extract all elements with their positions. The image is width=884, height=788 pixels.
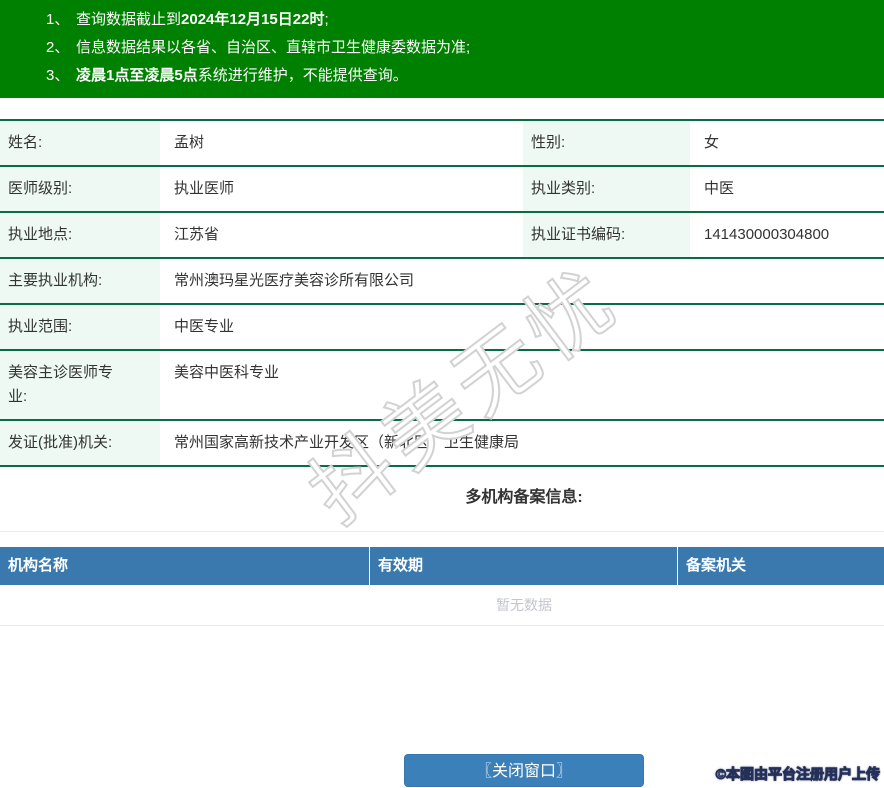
field-label-practice-place: 执业地点: xyxy=(0,213,160,257)
field-value-doctor-level: 执业医师 xyxy=(160,167,523,211)
field-label-practice-scope: 执业范围: xyxy=(0,305,160,349)
field-label-gender: 性别: xyxy=(523,121,690,165)
notice-text: 查询数据截止到2024年12月15日22时; xyxy=(76,6,329,34)
field-label-cosmetic-specialty: 美容主诊医师专业: xyxy=(0,351,160,419)
field-label-practice-type: 执业类别: xyxy=(523,167,690,211)
notice-line: 2、 信息数据结果以各省、自治区、直辖市卫生健康委数据为准; xyxy=(0,34,884,62)
button-row: 〖关闭窗口〗 xyxy=(0,754,884,787)
notice-text: 凌晨1点至凌晨5点系统进行维护，不能提供查询。 xyxy=(76,62,408,90)
table-row: 执业范围: 中医专业 xyxy=(0,305,884,351)
field-value-issuing-authority: 常州国家高新技术产业开发区（新北区）卫生健康局 xyxy=(160,421,884,465)
table-row: 发证(批准)机关: 常州国家高新技术产业开发区（新北区）卫生健康局 xyxy=(0,421,884,467)
notice-line: 1、 查询数据截止到2024年12月15日22时; xyxy=(0,6,884,34)
field-label-issuing-authority: 发证(批准)机关: xyxy=(0,421,160,465)
notice-line: 3、 凌晨1点至凌晨5点系统进行维护，不能提供查询。 xyxy=(0,62,884,90)
notice-number: 3、 xyxy=(46,62,76,90)
field-label-certificate-no: 执业证书编码: xyxy=(523,213,690,257)
doctor-info-table: 姓名: 孟树 性别: 女 医师级别: 执业医师 执业类别: 中医 执业地点: 江… xyxy=(0,119,884,467)
field-value-practice-type: 中医 xyxy=(690,167,884,211)
section-title-backup-records: 多机构备案信息: xyxy=(0,467,884,531)
table-row: 执业地点: 江苏省 执业证书编码: 141430000304800 xyxy=(0,213,884,259)
table-row: 主要执业机构: 常州澳玛星光医疗美容诊所有限公司 xyxy=(0,259,884,305)
field-value-practice-place: 江苏省 xyxy=(160,213,523,257)
table-row: 姓名: 孟树 性别: 女 xyxy=(0,121,884,167)
empty-data-text: 暂无数据 xyxy=(0,585,884,626)
field-label-name: 姓名: xyxy=(0,121,160,165)
field-value-gender: 女 xyxy=(690,121,884,165)
backup-records-table: 机构名称 有效期 备案机关 暂无数据 xyxy=(0,547,884,626)
close-window-button[interactable]: 〖关闭窗口〗 xyxy=(404,754,644,787)
field-label-doctor-level: 医师级别: xyxy=(0,167,160,211)
column-header-record-authority: 备案机关 xyxy=(678,547,884,585)
notice-text: 信息数据结果以各省、自治区、直辖市卫生健康委数据为准; xyxy=(76,34,470,62)
field-label-main-institution: 主要执业机构: xyxy=(0,259,160,303)
divider xyxy=(0,531,884,532)
field-value-name: 孟树 xyxy=(160,121,523,165)
column-header-institution-name: 机构名称 xyxy=(0,547,370,585)
page-content: 姓名: 孟树 性别: 女 医师级别: 执业医师 执业类别: 中医 执业地点: 江… xyxy=(0,119,884,787)
field-value-main-institution: 常州澳玛星光医疗美容诊所有限公司 xyxy=(160,259,884,303)
field-value-cosmetic-specialty: 美容中医科专业 xyxy=(160,351,884,419)
notice-number: 1、 xyxy=(46,6,76,34)
column-header-validity-period: 有效期 xyxy=(370,547,678,585)
backup-table-header: 机构名称 有效期 备案机关 xyxy=(0,547,884,585)
field-value-practice-scope: 中医专业 xyxy=(160,305,884,349)
table-row: 医师级别: 执业医师 执业类别: 中医 xyxy=(0,167,884,213)
notice-number: 2、 xyxy=(46,34,76,62)
field-value-certificate-no: 141430000304800 xyxy=(690,213,884,257)
table-row: 美容主诊医师专业: 美容中医科专业 xyxy=(0,351,884,421)
notice-banner: 1、 查询数据截止到2024年12月15日22时; 2、 信息数据结果以各省、自… xyxy=(0,0,884,98)
